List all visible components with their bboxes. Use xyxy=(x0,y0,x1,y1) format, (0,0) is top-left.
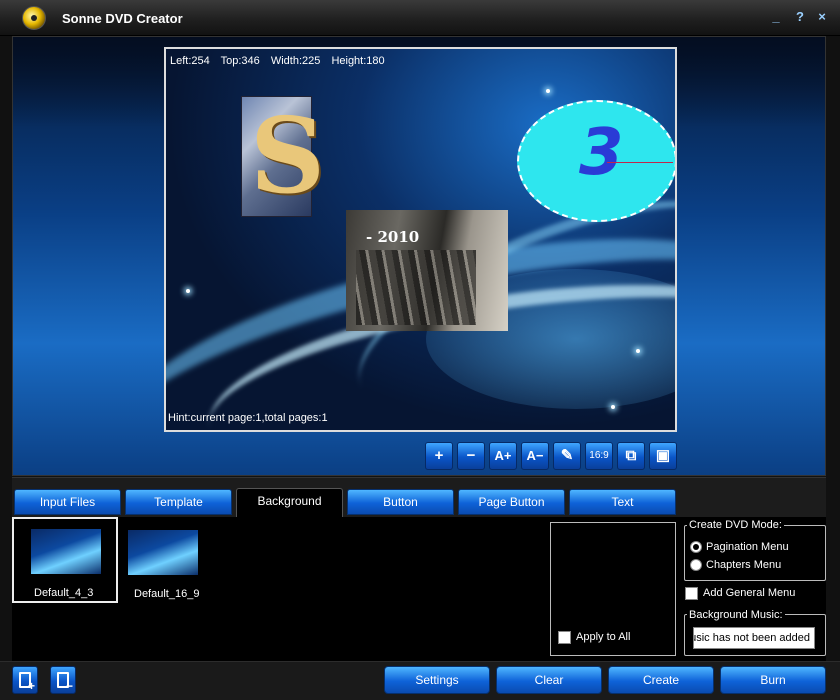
background-label: Default_4_3 xyxy=(34,587,94,599)
page-hint: Hint:current page:1,total pages:1 xyxy=(168,412,328,424)
selection-info: Left:254 Top:346 Width:225 Height:180 xyxy=(170,55,393,67)
zoom-out-button[interactable]: − xyxy=(457,442,485,470)
sparkle xyxy=(186,289,190,293)
settings-button[interactable]: Settings xyxy=(384,666,490,694)
close-button[interactable]: × xyxy=(814,9,830,25)
clock-button[interactable]: 3 xyxy=(517,100,675,222)
photo-thumbnail[interactable]: - 2010 xyxy=(346,210,508,331)
background-label: Default_16_9 xyxy=(134,588,200,600)
clear-button[interactable]: Clear xyxy=(496,666,602,694)
tab-page-button[interactable]: Page Button xyxy=(458,489,565,515)
add-file-button[interactable]: + xyxy=(12,666,38,694)
tab-background[interactable]: Background xyxy=(236,488,343,517)
window-title: Sonne DVD Creator xyxy=(62,11,183,26)
menu-canvas[interactable]: Left:254 Top:346 Width:225 Height:180 S … xyxy=(164,47,677,432)
remove-file-button[interactable]: − xyxy=(50,666,76,694)
create-mode-group xyxy=(684,525,826,581)
height-readout: Height:180 xyxy=(331,55,385,67)
s-logo-image[interactable]: S xyxy=(241,96,325,217)
clock-number: 3 xyxy=(579,116,624,190)
chapters-menu-radio[interactable] xyxy=(690,559,702,571)
top-readout: Top:346 xyxy=(220,55,260,67)
add-general-menu-checkbox[interactable] xyxy=(685,587,698,600)
dvd-disc-icon xyxy=(22,6,46,30)
tab-input-files[interactable]: Input Files xyxy=(14,489,121,515)
pagination-menu-radio[interactable] xyxy=(690,541,702,553)
background-music-field[interactable]: Music has not been added xyxy=(693,627,815,649)
edit-path-button[interactable]: ✎ xyxy=(553,442,581,470)
help-button[interactable]: ? xyxy=(792,9,808,25)
apply-to-all-label: Apply to All xyxy=(576,631,631,643)
chapters-menu-label: Chapters Menu xyxy=(706,559,782,571)
tab-button[interactable]: Button xyxy=(347,489,454,515)
left-readout: Left:254 xyxy=(170,55,210,67)
background-preview xyxy=(128,530,198,575)
font-increase-button[interactable]: A+ xyxy=(489,442,517,470)
add-general-menu-label: Add General Menu xyxy=(703,587,796,599)
tab-text[interactable]: Text xyxy=(569,489,676,515)
create-button[interactable]: Create xyxy=(608,666,714,694)
burn-button[interactable]: Burn xyxy=(720,666,826,694)
background-preview xyxy=(31,529,101,574)
tab-template[interactable]: Template xyxy=(125,489,232,515)
apply-to-all-checkbox[interactable] xyxy=(558,631,571,644)
add-frame-button[interactable]: ⧉ xyxy=(617,442,645,470)
sparkle xyxy=(546,89,550,93)
clock-hand xyxy=(607,162,673,163)
minus-icon: − xyxy=(65,679,73,693)
pagination-menu-label: Pagination Menu xyxy=(706,541,789,553)
background-thumbnail[interactable]: Default_4_3 xyxy=(12,517,118,603)
sparkle xyxy=(611,405,615,409)
aspect-ratio-button[interactable]: 16:9 xyxy=(585,442,613,470)
minimize-button[interactable]: _ xyxy=(768,9,784,25)
zoom-in-button[interactable]: + xyxy=(425,442,453,470)
width-readout: Width:225 xyxy=(270,55,321,67)
plus-icon: + xyxy=(27,679,35,693)
font-decrease-button[interactable]: A− xyxy=(521,442,549,470)
create-mode-label: Create DVD Mode: xyxy=(687,519,784,531)
background-thumbnail[interactable]: Default_16_9 xyxy=(118,517,224,603)
remove-frame-button[interactable]: ▣ xyxy=(649,442,677,470)
sparkle xyxy=(636,349,640,353)
photo-caption: - 2010 xyxy=(366,228,420,246)
background-music-label: Background Music: xyxy=(687,609,785,621)
